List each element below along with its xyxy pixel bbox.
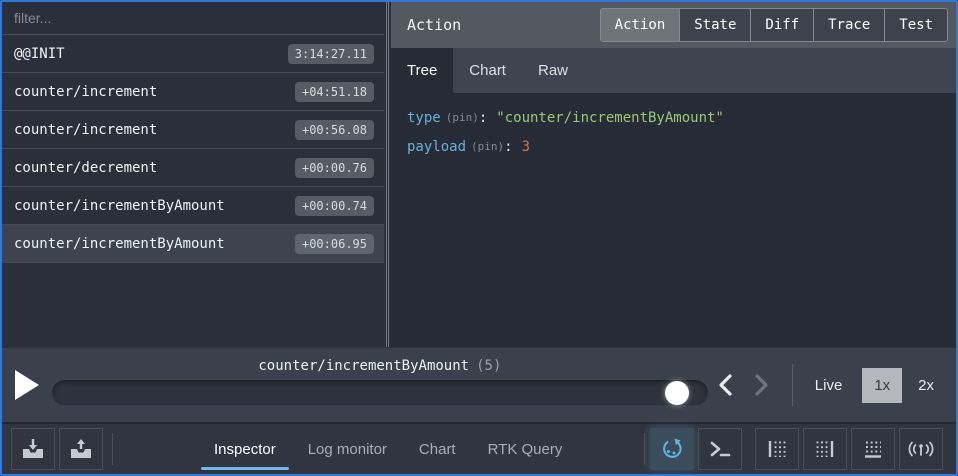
- chevron-left-icon: [718, 373, 733, 397]
- import-icon: [20, 436, 46, 462]
- slider-track[interactable]: [52, 380, 708, 406]
- dock-right-icon: [812, 436, 838, 462]
- entry-colon: :: [504, 139, 512, 155]
- action-detail-panel: Action Action State Diff Trace Test Tree…: [391, 2, 956, 347]
- footer-divider: [112, 433, 113, 465]
- playback-bar: counter/incrementByAmount (5) Live 1x 2x: [2, 347, 956, 422]
- action-name: counter/incrementByAmount: [14, 236, 295, 252]
- play-button[interactable]: [14, 363, 46, 407]
- entry-colon: :: [479, 110, 487, 126]
- dock-left-button[interactable]: [755, 428, 799, 470]
- subtab-chart[interactable]: Chart: [453, 48, 522, 93]
- action-tree-view: type (pin) : "counter/incrementByAmount"…: [391, 93, 956, 347]
- view-mode-bar: Tree Chart Raw: [391, 48, 956, 93]
- monitor-tabs: Inspector Log monitor Chart RTK Query: [198, 424, 578, 474]
- dock-right-button[interactable]: [803, 428, 847, 470]
- live-button[interactable]: Live: [815, 377, 843, 394]
- action-name: counter/decrement: [14, 160, 295, 176]
- speed-1x-button[interactable]: 1x: [862, 368, 902, 403]
- current-action-name: counter/incrementByAmount: [258, 358, 469, 374]
- terminal-icon: [707, 436, 733, 462]
- detail-title: Action: [407, 16, 600, 34]
- step-forward-button[interactable]: [747, 370, 777, 400]
- slider-thumb[interactable]: [665, 381, 689, 405]
- action-timestamp-badge: +00:00.76: [295, 158, 374, 178]
- speed-2x-button[interactable]: 2x: [918, 377, 934, 394]
- panel-resize-handle[interactable]: [384, 2, 391, 347]
- pin-link[interactable]: (pin): [471, 140, 504, 153]
- action-row[interactable]: counter/increment +00:56.08: [2, 111, 384, 149]
- main-area: @@INIT 3:14:27.11 counter/increment +04:…: [2, 2, 956, 347]
- pin-link[interactable]: (pin): [446, 111, 479, 124]
- monitor-tab-inspector[interactable]: Inspector: [198, 424, 292, 474]
- action-row[interactable]: counter/increment +04:51.18: [2, 73, 384, 111]
- tree-entry-type[interactable]: type (pin) : "counter/incrementByAmount": [407, 103, 940, 132]
- tab-trace[interactable]: Trace: [814, 9, 885, 41]
- monitor-tab-log-monitor[interactable]: Log monitor: [292, 424, 403, 474]
- dispatcher-button[interactable]: [698, 428, 742, 470]
- footer-toolbar: Inspector Log monitor Chart RTK Query: [2, 422, 956, 474]
- entry-value-string: "counter/incrementByAmount": [496, 110, 724, 126]
- tab-test[interactable]: Test: [885, 9, 947, 41]
- action-row[interactable]: counter/decrement +00:00.76: [2, 149, 384, 187]
- entry-key: payload: [407, 139, 466, 155]
- action-name: counter/increment: [14, 122, 295, 138]
- action-list-panel: @@INIT 3:14:27.11 counter/increment +04:…: [2, 2, 384, 347]
- entry-key: type: [407, 110, 441, 126]
- tree-entry-payload[interactable]: payload (pin) : 3: [407, 132, 940, 161]
- dock-bottom-button[interactable]: [851, 428, 895, 470]
- step-back-button[interactable]: [711, 370, 741, 400]
- action-name: counter/increment: [14, 84, 295, 100]
- action-timestamp-badge: +00:06.95: [295, 234, 374, 254]
- export-icon: [68, 436, 94, 462]
- subtab-raw[interactable]: Raw: [522, 48, 584, 93]
- detail-tab-group: Action State Diff Trace Test: [600, 8, 948, 42]
- tab-diff[interactable]: Diff: [751, 9, 814, 41]
- filter-input[interactable]: [2, 10, 384, 26]
- action-row[interactable]: counter/incrementByAmount +00:00.74: [2, 187, 384, 225]
- filter-row: [2, 2, 384, 35]
- footer-divider: [644, 433, 645, 465]
- redux-devtools-window: @@INIT 3:14:27.11 counter/increment +04:…: [0, 0, 958, 476]
- action-list-empty-space: [2, 263, 384, 347]
- current-action-label: counter/incrementByAmount (5): [52, 358, 708, 374]
- timeline-slider: counter/incrementByAmount (5): [52, 348, 708, 423]
- export-button[interactable]: [59, 428, 103, 470]
- subtab-tree[interactable]: Tree: [391, 48, 453, 93]
- stopwatch-icon: [659, 436, 685, 462]
- pause-recording-button[interactable]: [650, 428, 694, 470]
- action-timestamp-badge: +04:51.18: [295, 82, 374, 102]
- entry-value-number: 3: [522, 139, 530, 155]
- tab-action[interactable]: Action: [601, 9, 681, 41]
- monitor-tab-chart[interactable]: Chart: [403, 424, 472, 474]
- dock-left-icon: [764, 436, 790, 462]
- import-button[interactable]: [11, 428, 55, 470]
- current-action-index: (5): [476, 358, 501, 374]
- monitor-tab-rtk-query[interactable]: RTK Query: [472, 424, 579, 474]
- playback-divider: [792, 364, 793, 406]
- remote-button[interactable]: [899, 428, 943, 470]
- action-name: @@INIT: [14, 46, 288, 62]
- action-timestamp-badge: +00:00.74: [295, 196, 374, 216]
- action-timestamp-badge: +00:56.08: [295, 120, 374, 140]
- action-timestamp-badge: 3:14:27.11: [288, 44, 374, 64]
- action-row[interactable]: @@INIT 3:14:27.11: [2, 35, 384, 73]
- antenna-icon: [907, 436, 935, 462]
- play-icon: [14, 369, 40, 401]
- dock-bottom-icon: [860, 436, 886, 462]
- action-name: counter/incrementByAmount: [14, 198, 295, 214]
- tab-state[interactable]: State: [680, 9, 751, 41]
- detail-header: Action Action State Diff Trace Test: [391, 2, 956, 48]
- chevron-right-icon: [754, 373, 769, 397]
- action-row-selected[interactable]: counter/incrementByAmount +00:06.95: [2, 225, 384, 263]
- footer-right-controls: [639, 428, 947, 470]
